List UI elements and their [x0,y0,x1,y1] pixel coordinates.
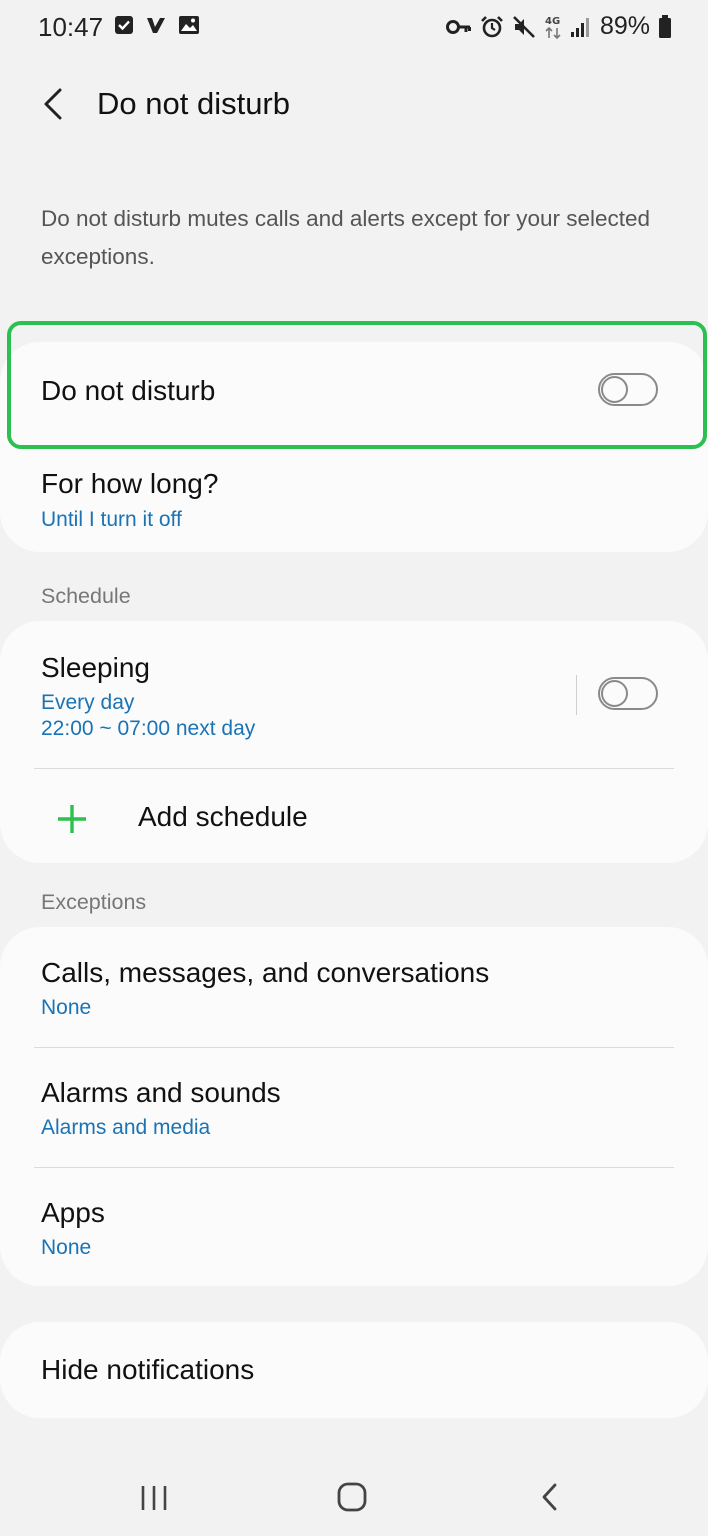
exception-value: Alarms and media [41,1116,211,1139]
duration-row[interactable]: For how long? Until I turn it off [0,440,708,552]
nav-back-button[interactable] [534,1478,566,1521]
vertical-separator [576,675,577,715]
schedule-card: Sleeping Every day 22:00 ~ 07:00 next da… [0,621,708,863]
back-arrow-icon [36,84,76,124]
recent-apps-button[interactable] [138,1478,170,1521]
verified-app-icon [146,15,166,35]
exception-item-alarms[interactable]: Alarms and sounds Alarms and media [0,1048,708,1167]
schedule-switch[interactable] [598,677,658,710]
exception-item-apps[interactable]: Apps None [0,1168,708,1286]
exception-value: None [41,996,92,1019]
page-description: Do not disturb mutes calls and alerts ex… [41,206,651,269]
exceptions-card: Calls, messages, and conversations None … [0,927,708,1286]
back-icon [534,1478,566,1516]
exceptions-section-header: Exceptions [41,890,147,914]
dnd-switch[interactable] [598,373,658,406]
battery-icon [658,14,672,39]
signal-icon [570,16,592,38]
switch-knob [601,680,628,707]
exception-title: Apps [41,1197,105,1228]
hide-notifications-card[interactable]: Hide notifications [0,1322,708,1418]
switch-knob [601,376,628,403]
status-notification-icons [114,15,200,35]
exception-value: None [41,1236,92,1259]
dnd-toggle-row[interactable]: Do not disturb [0,342,708,440]
exception-title: Alarms and sounds [41,1077,281,1108]
status-system-icons: 4G 89% [445,12,672,41]
settings-screen: 10:47 4G 89% Do not disturb Do not distu… [0,0,708,1536]
hide-notifications-label: Hide notifications [41,1354,255,1385]
schedule-time: 22:00 ~ 07:00 next day [41,717,256,740]
home-icon [334,1478,370,1516]
recent-apps-icon [138,1478,170,1516]
schedule-section-header: Schedule [41,584,131,608]
dnd-main-card: Do not disturb For how long? Until I tur… [0,342,708,552]
dnd-toggle-label: Do not disturb [41,375,216,406]
plus-icon [56,803,88,835]
mute-icon [512,15,536,39]
checkbox-notification-icon [114,15,134,35]
page-title: Do not disturb [97,86,290,121]
gallery-icon [178,15,200,35]
battery-percentage: 89% [599,12,650,40]
add-schedule-label: Add schedule [138,801,308,832]
duration-title: For how long? [41,468,219,499]
exception-title: Calls, messages, and conversations [41,957,490,988]
vpn-key-icon [445,18,472,36]
home-button[interactable] [334,1478,370,1521]
schedule-item-sleeping[interactable]: Sleeping Every day 22:00 ~ 07:00 next da… [0,621,708,768]
status-time: 10:47 [38,12,104,42]
schedule-days: Every day [41,691,135,714]
add-schedule-button[interactable]: Add schedule [0,769,708,863]
app-header: Do not disturb [0,72,708,138]
status-bar: 10:47 4G 89% [0,0,708,56]
4g-data-icon: 4G [544,14,562,40]
exception-item-calls[interactable]: Calls, messages, and conversations None [0,927,708,1047]
svg-text:4G: 4G [545,16,560,27]
schedule-title: Sleeping [41,652,150,683]
back-button[interactable] [36,84,76,124]
duration-value: Until I turn it off [41,508,182,531]
navigation-bar [0,1460,708,1536]
alarm-icon [480,15,504,39]
